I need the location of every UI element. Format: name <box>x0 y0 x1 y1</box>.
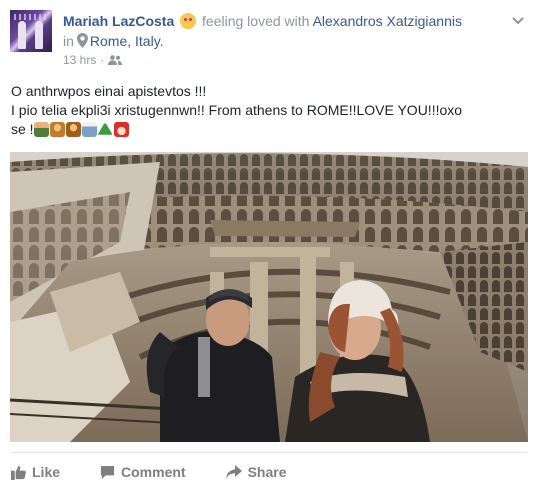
tooth-emoji-icon <box>81 122 97 137</box>
share-button[interactable]: Share <box>225 460 287 484</box>
avatar-figure <box>18 21 26 49</box>
chevron-down-icon[interactable] <box>510 12 526 28</box>
avatar-figure <box>35 21 43 49</box>
share-icon <box>225 464 242 479</box>
author-name[interactable]: Mariah LazCosta <box>63 13 174 29</box>
post-photo[interactable] <box>10 152 528 442</box>
post-line: I pio telia ekpli3i xristugennwn!! From … <box>11 102 463 118</box>
comment-icon <box>100 465 115 479</box>
meta-separator: · <box>100 53 105 67</box>
comment-button[interactable]: Comment <box>100 460 186 484</box>
location-link[interactable]: Rome, Italy. <box>90 33 164 49</box>
location-pin-icon <box>76 33 88 48</box>
post-header: Mariah LazCosta feeling loved with Alexa… <box>63 11 513 51</box>
santa-emoji-icon <box>113 122 129 137</box>
family-emoji-icon <box>65 122 81 137</box>
feeling-text: feeling loved with <box>202 13 310 29</box>
timestamp[interactable]: 13 hrs <box>63 53 96 67</box>
avatar-sparkle <box>14 14 48 20</box>
post-line-last: se ! <box>11 120 526 142</box>
post-actions: Like Comment Share <box>11 458 527 486</box>
feeling-emoji-icon <box>180 13 197 29</box>
in-word: in <box>63 33 74 49</box>
post-text: O anthrwpos einai apistevtos !!! I pio t… <box>11 82 526 142</box>
post-line: O anthrwpos einai apistevtos !!! <box>11 83 207 99</box>
emoji-sequence <box>33 122 130 142</box>
like-button[interactable]: Like <box>11 460 60 484</box>
friends-audience-icon[interactable] <box>108 55 123 65</box>
christmas-tree-emoji-icon <box>97 122 113 135</box>
tagged-friend-link[interactable]: Alexandros Xatzigiannis <box>313 13 462 29</box>
couple-emoji-icon <box>33 122 49 137</box>
avatar[interactable] <box>10 10 52 52</box>
actions-divider <box>11 452 527 453</box>
facebook-post: Mariah LazCosta feeling loved with Alexa… <box>0 0 538 488</box>
colosseum-selfie-image <box>10 152 528 442</box>
comment-label: Comment <box>121 464 186 480</box>
share-label: Share <box>247 464 287 480</box>
post-meta: 13 hrs · <box>63 52 123 68</box>
post-line: se ! <box>11 121 34 137</box>
family-emoji-icon <box>49 122 65 137</box>
like-label: Like <box>32 464 61 480</box>
like-icon <box>11 465 26 480</box>
